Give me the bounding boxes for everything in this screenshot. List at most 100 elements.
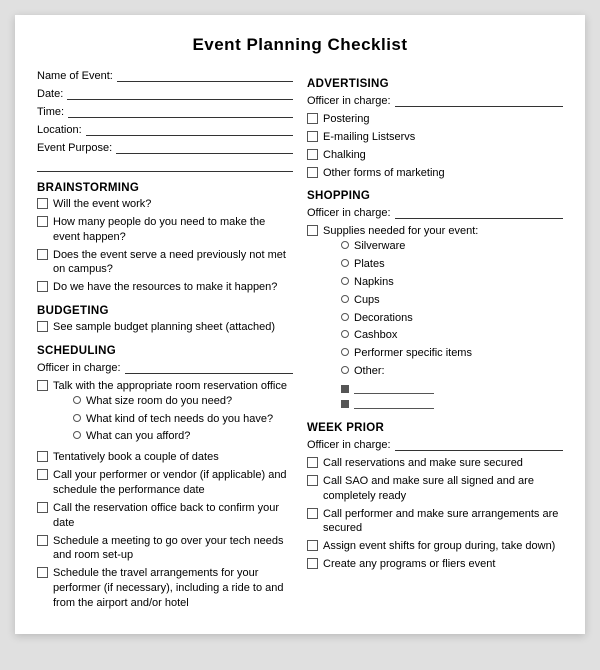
bullet-icon: [341, 385, 349, 393]
item-text: Call performer and make sure arrangement…: [323, 507, 563, 537]
checkbox[interactable]: [37, 198, 48, 209]
week-prior-officer-label: Officer in charge:: [307, 439, 391, 451]
list-item: What size room do you need?: [73, 394, 287, 409]
item-text: Call the reservation office back to conf…: [53, 501, 293, 531]
list-item: Other:: [341, 364, 478, 379]
advertising-officer-row: Officer in charge:: [307, 93, 563, 107]
item-text: Schedule a meeting to go over your tech …: [53, 534, 293, 564]
shopping-list: Supplies needed for your event: Silverwa…: [307, 224, 563, 412]
purpose-extra-line[interactable]: [37, 158, 293, 172]
shopping-officer-label: Officer in charge:: [307, 207, 391, 219]
checkbox[interactable]: [307, 167, 318, 178]
purpose-label: Event Purpose:: [37, 142, 112, 154]
item-text: Call your performer or vendor (if applic…: [53, 468, 293, 498]
checkbox[interactable]: [37, 469, 48, 480]
shopping-title: SHOPPING: [307, 190, 563, 202]
checkbox[interactable]: [307, 508, 318, 519]
checkbox[interactable]: [37, 535, 48, 546]
list-item: Tentatively book a couple of dates: [37, 450, 293, 465]
scheduling-officer-label: Officer in charge:: [37, 362, 121, 374]
advertising-list: Postering E-mailing Listservs Chalking O…: [307, 112, 563, 180]
item-text: Schedule the travel arrangements for you…: [53, 566, 293, 611]
event-fields: Name of Event: Date: Time: Location: Eve…: [37, 68, 293, 172]
item-text: What can you afford?: [86, 429, 190, 444]
purpose-field[interactable]: [116, 140, 293, 154]
list-item: [341, 382, 478, 394]
item-text: Decorations: [354, 311, 413, 326]
advertising-title: ADVERTISING: [307, 78, 563, 90]
checkbox[interactable]: [307, 558, 318, 569]
week-prior-officer-field[interactable]: [395, 437, 563, 451]
item-text: See sample budget planning sheet (attach…: [53, 320, 275, 335]
name-field[interactable]: [117, 68, 293, 82]
item-text: E-mailing Listservs: [323, 130, 415, 145]
checkbox[interactable]: [37, 451, 48, 462]
list-item: Plates: [341, 257, 478, 272]
item-text: Call reservations and make sure secured: [323, 456, 523, 471]
checkbox[interactable]: [37, 281, 48, 292]
item-text: Postering: [323, 112, 369, 127]
circle-icon: [341, 348, 349, 356]
date-field[interactable]: [67, 86, 293, 100]
item-text: Call SAO and make sure all signed and ar…: [323, 474, 563, 504]
week-prior-list: Call reservations and make sure secured …: [307, 456, 563, 572]
scheduling-title: SCHEDULING: [37, 345, 293, 357]
time-field[interactable]: [68, 104, 293, 118]
checkbox[interactable]: [37, 567, 48, 578]
time-label: Time:: [37, 106, 64, 118]
item-text: How many people do you need to make the …: [53, 215, 293, 245]
list-item: Postering: [307, 112, 563, 127]
circle-icon: [341, 366, 349, 374]
list-item: E-mailing Listservs: [307, 130, 563, 145]
checkbox[interactable]: [307, 475, 318, 486]
item-text: Other:: [354, 364, 385, 379]
advertising-officer-field[interactable]: [395, 93, 563, 107]
circle-icon: [73, 414, 81, 422]
checkbox[interactable]: [307, 113, 318, 124]
item-text: Talk with the appropriate room reservati…: [53, 380, 287, 392]
blank-line[interactable]: [354, 397, 434, 409]
item-text: Will the event work?: [53, 197, 151, 212]
checkbox[interactable]: [307, 225, 318, 236]
item-text: Plates: [354, 257, 385, 272]
list-item: Cups: [341, 293, 478, 308]
list-item: See sample budget planning sheet (attach…: [37, 320, 293, 335]
budgeting-title: BUDGETING: [37, 305, 293, 317]
checkbox[interactable]: [37, 216, 48, 227]
checkbox[interactable]: [37, 249, 48, 260]
item-text: Do we have the resources to make it happ…: [53, 280, 277, 295]
circle-icon: [341, 241, 349, 249]
list-item: Chalking: [307, 148, 563, 163]
circle-icon: [73, 431, 81, 439]
list-item: [341, 397, 478, 409]
brainstorming-title: BRAINSTORMING: [37, 182, 293, 194]
date-label: Date:: [37, 88, 63, 100]
list-item: Schedule a meeting to go over your tech …: [37, 534, 293, 564]
list-item: Schedule the travel arrangements for you…: [37, 566, 293, 611]
budgeting-list: See sample budget planning sheet (attach…: [37, 320, 293, 335]
list-item: Cashbox: [341, 328, 478, 343]
checkbox[interactable]: [37, 502, 48, 513]
week-prior-officer-row: Officer in charge:: [307, 437, 563, 451]
location-field[interactable]: [86, 122, 293, 136]
list-item: Create any programs or fliers event: [307, 557, 563, 572]
page-title: Event Planning Checklist: [37, 35, 563, 55]
checkbox[interactable]: [307, 540, 318, 551]
circle-icon: [341, 259, 349, 267]
list-item: Call reservations and make sure secured: [307, 456, 563, 471]
item-text: Create any programs or fliers event: [323, 557, 495, 572]
checkbox[interactable]: [307, 131, 318, 142]
list-item: Other forms of marketing: [307, 166, 563, 181]
checkbox[interactable]: [37, 321, 48, 332]
checkbox[interactable]: [307, 457, 318, 468]
checkbox[interactable]: [307, 149, 318, 160]
list-item: Call your performer or vendor (if applic…: [37, 468, 293, 498]
blank-line[interactable]: [354, 382, 434, 394]
scheduling-officer-field[interactable]: [125, 360, 293, 374]
checkbox[interactable]: [37, 380, 48, 391]
item-text: Performer specific items: [354, 346, 472, 361]
name-label: Name of Event:: [37, 70, 113, 82]
shopping-officer-field[interactable]: [395, 205, 563, 219]
list-item: Supplies needed for your event: Silverwa…: [307, 224, 563, 412]
list-item: What can you afford?: [73, 429, 287, 444]
